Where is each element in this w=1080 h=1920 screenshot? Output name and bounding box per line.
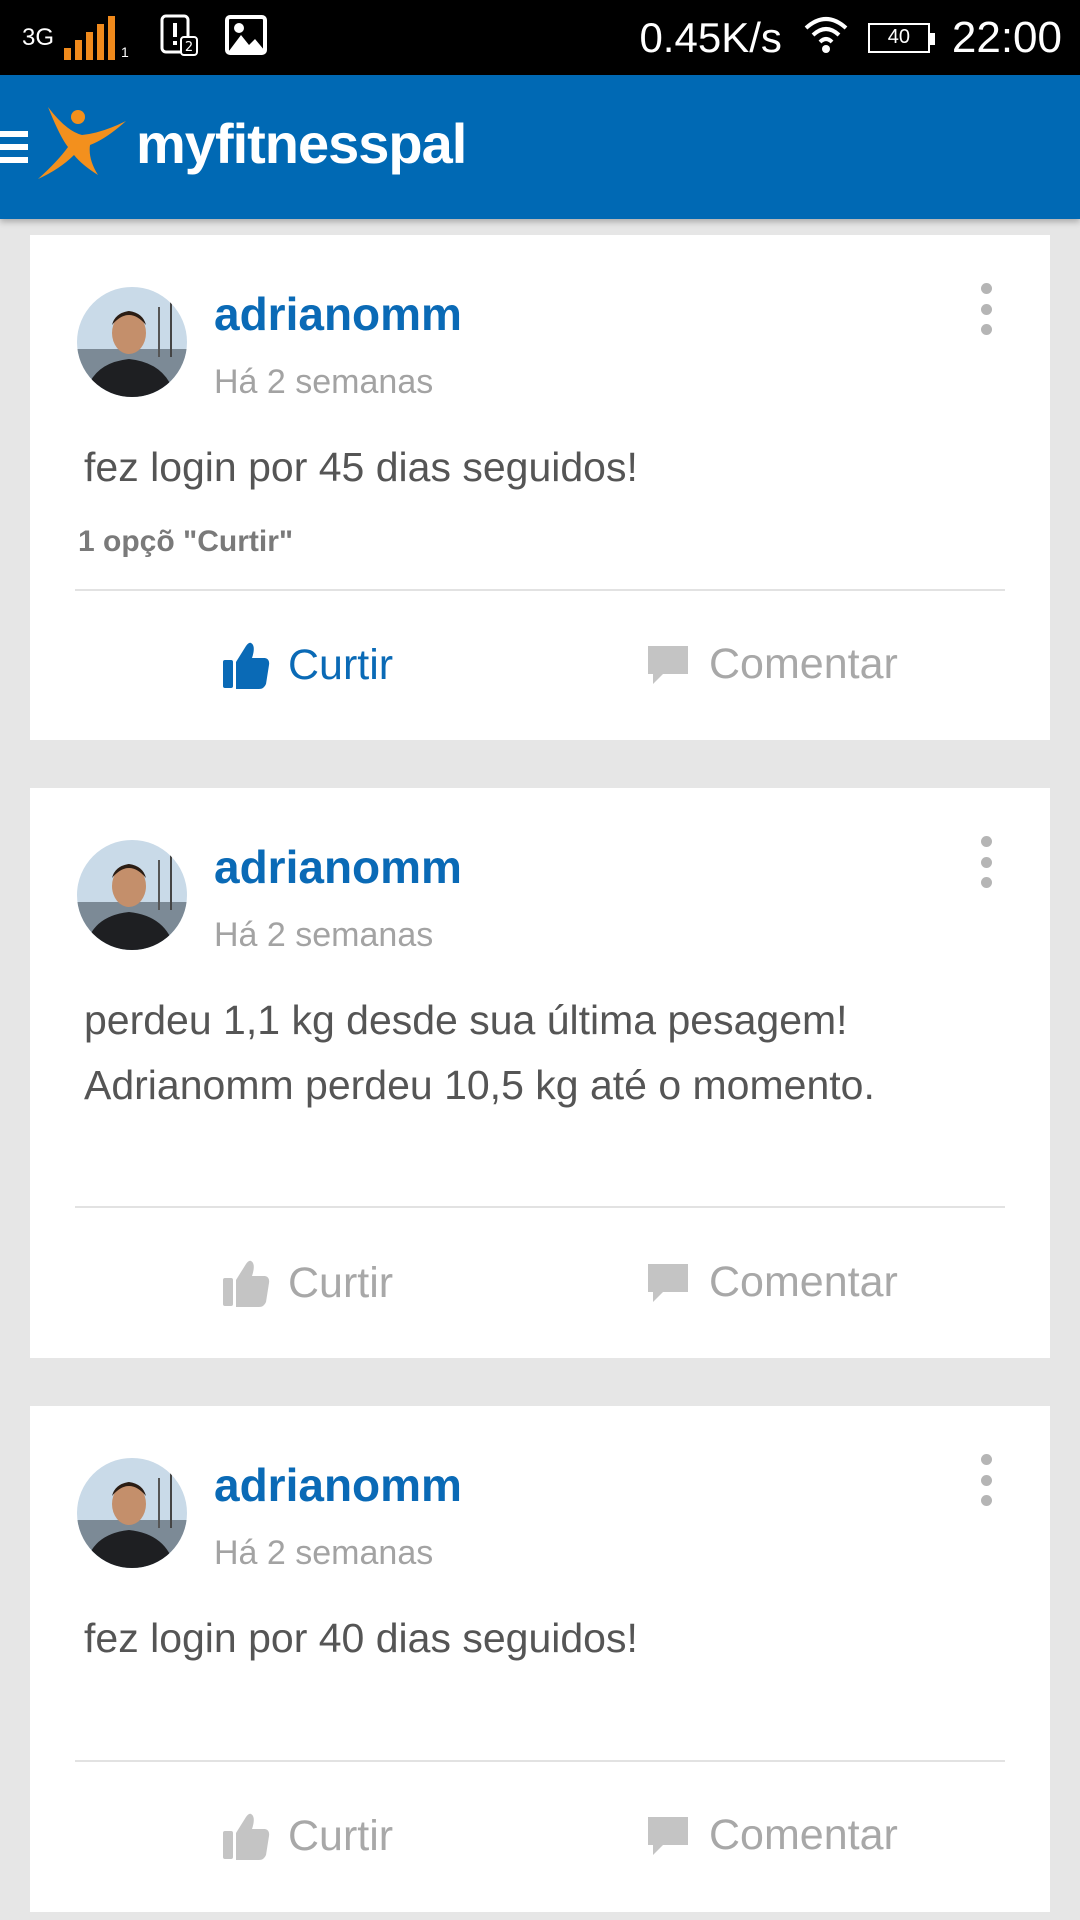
thumbs-up-icon xyxy=(223,1813,270,1860)
post-author[interactable]: adrianomm xyxy=(214,287,462,341)
feed-card: adrianomm Há 2 semanas perdeu 1,1 kg des… xyxy=(30,788,1050,1358)
status-bar: 3G 1 2 0.45K/s 40 22:00 xyxy=(0,0,1080,75)
svg-text:2: 2 xyxy=(185,40,193,55)
gallery-icon xyxy=(224,15,267,60)
post-text: perdeu 1,1 kg desde sua última pesagem! … xyxy=(84,988,1010,1118)
avatar[interactable] xyxy=(77,1458,187,1568)
myfitnesspal-logo-figure-icon xyxy=(38,107,126,179)
post-author[interactable]: adrianomm xyxy=(214,1458,462,1512)
like-label: Curtir xyxy=(288,640,394,689)
post-text: fez login por 45 dias seguidos! xyxy=(84,444,638,490)
like-button[interactable]: Curtir xyxy=(222,640,393,690)
hamburger-menu-icon[interactable] xyxy=(0,125,30,169)
app-logo-text: myfitnesspal xyxy=(136,111,467,175)
comment-button[interactable]: Comentar xyxy=(645,1258,898,1307)
comment-icon xyxy=(648,645,688,684)
divider xyxy=(75,1760,1005,1762)
battery-level: 40 xyxy=(887,26,911,48)
post-author[interactable]: adrianomm xyxy=(214,840,462,894)
avatar[interactable] xyxy=(77,287,187,397)
sim-alert-icon: 2 xyxy=(159,13,199,62)
comment-label: Comentar xyxy=(709,1811,898,1859)
comment-button[interactable]: Comentar xyxy=(645,640,898,689)
like-label: Curtir xyxy=(288,1258,394,1307)
comment-icon xyxy=(648,1816,688,1855)
network-type: 3G xyxy=(22,23,55,51)
comment-label: Comentar xyxy=(709,640,898,688)
post-text: fez login por 40 dias seguidos! xyxy=(84,1615,638,1661)
post-timestamp: Há 2 semanas xyxy=(214,1534,434,1572)
battery-icon: 40 xyxy=(867,22,935,53)
post-text-line: Adrianomm perdeu 10,5 kg até o momento. xyxy=(84,1062,875,1108)
like-count[interactable]: 1 opçõ "Curtir" xyxy=(78,525,293,559)
app-bar: myfitnesspal xyxy=(0,75,1080,219)
avatar[interactable] xyxy=(77,840,187,950)
like-button[interactable]: Curtir xyxy=(222,1258,393,1308)
signal-sim-label: 1 xyxy=(121,43,129,60)
like-button[interactable]: Curtir xyxy=(222,1811,393,1861)
feed-card: adrianomm Há 2 semanas fez login por 45 … xyxy=(30,235,1050,740)
network-speed: 0.45K/s xyxy=(639,13,782,61)
signal-icon: 1 xyxy=(64,15,133,60)
more-options-icon[interactable] xyxy=(978,836,994,888)
comment-icon xyxy=(648,1263,688,1302)
post-timestamp: Há 2 semanas xyxy=(214,916,434,954)
feed-card: adrianomm Há 2 semanas fez login por 40 … xyxy=(30,1406,1050,1912)
more-options-icon[interactable] xyxy=(978,1454,994,1506)
thumbs-up-icon xyxy=(223,1260,270,1307)
thumbs-up-icon xyxy=(223,642,270,689)
more-options-icon[interactable] xyxy=(978,283,994,335)
post-timestamp: Há 2 semanas xyxy=(214,363,434,401)
like-label: Curtir xyxy=(288,1811,394,1860)
clock: 22:00 xyxy=(951,12,1062,62)
divider xyxy=(75,589,1005,591)
comment-label: Comentar xyxy=(709,1258,898,1306)
comment-button[interactable]: Comentar xyxy=(645,1811,898,1860)
wifi-icon xyxy=(804,16,848,59)
post-text-line: perdeu 1,1 kg desde sua última pesagem! xyxy=(84,997,848,1043)
divider xyxy=(75,1206,1005,1208)
